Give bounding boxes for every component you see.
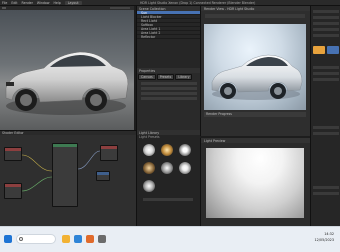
menu-window[interactable]: Window — [37, 1, 50, 5]
light-preset-swatch[interactable] — [161, 144, 173, 156]
editor-type-icon[interactable] — [2, 7, 6, 9]
accent-button[interactable] — [327, 46, 339, 54]
tab-canvas[interactable]: Canvas — [138, 74, 156, 80]
property-slider[interactable] — [141, 97, 197, 100]
light-presets-subheader: Light Presets — [139, 135, 160, 139]
light-preview-canvas[interactable] — [206, 148, 304, 218]
node-header — [53, 144, 77, 147]
menu-file[interactable]: File — [2, 1, 7, 5]
property-row[interactable] — [313, 28, 339, 31]
node-editor[interactable]: Shader Editor — [0, 130, 136, 226]
tab-library[interactable]: Library — [175, 74, 193, 80]
menu-edit[interactable]: Edit — [11, 1, 17, 5]
property-slider[interactable] — [141, 92, 197, 95]
right-properties-strip — [310, 6, 340, 226]
3d-viewport[interactable] — [0, 10, 134, 130]
light-library-panel: Light Library Light Presets — [136, 130, 200, 226]
render-progress-bar: Render Progress — [204, 112, 306, 117]
light-preset-swatch[interactable] — [179, 144, 191, 156]
search-icon — [19, 237, 23, 241]
tab-presets[interactable]: Presets — [156, 74, 175, 80]
outliner-panel: Scene Collection Sun Light Blocker Rect … — [136, 6, 200, 68]
search-input[interactable] — [16, 234, 56, 244]
utility-node[interactable] — [96, 171, 110, 181]
windows-start-icon[interactable] — [4, 235, 12, 243]
windows-taskbar: 14:32 12/05/2023 — [0, 226, 340, 252]
window-title: HDR Light Studio Xenon (Drop 1) Connecte… — [140, 1, 256, 5]
node-header — [5, 184, 21, 187]
property-row[interactable] — [313, 126, 339, 129]
car-render-viewport — [5, 51, 129, 115]
node-header — [5, 148, 21, 151]
preset-scrollbar[interactable] — [143, 198, 193, 201]
property-row[interactable] — [313, 22, 339, 25]
property-row[interactable] — [313, 192, 339, 195]
texture-node[interactable] — [4, 147, 22, 161]
shader-node[interactable] — [52, 143, 78, 207]
blender-icon[interactable] — [86, 235, 94, 243]
property-slider[interactable] — [141, 87, 197, 90]
taskbar-time: 14:32 — [324, 232, 334, 236]
render-view[interactable] — [204, 24, 306, 110]
node-header — [101, 146, 117, 149]
node-header — [97, 172, 109, 175]
settings-icon[interactable] — [98, 235, 106, 243]
car-render-preview — [211, 54, 303, 100]
light-preset-swatch[interactable] — [143, 180, 155, 192]
render-progress-label: Render Progress — [206, 112, 232, 116]
folder-icon[interactable] — [62, 235, 70, 243]
menu: File Edit Render Window Help Layout — [2, 1, 82, 5]
light-preview-title: Light Preview — [201, 138, 310, 143]
light-preset-swatch[interactable] — [161, 162, 173, 174]
outliner-row[interactable]: Reflector — [137, 35, 200, 39]
menu-help[interactable]: Help — [53, 1, 60, 5]
properties-tabs: Canvas Presets Library — [137, 73, 200, 81]
render-toolbar[interactable] — [205, 14, 305, 18]
accent-button[interactable] — [313, 46, 325, 54]
property-row[interactable] — [313, 34, 339, 37]
property-row[interactable] — [313, 132, 339, 135]
property-slider[interactable] — [141, 82, 197, 85]
property-row[interactable] — [313, 66, 339, 69]
output-node[interactable] — [100, 145, 118, 161]
texture-node[interactable] — [4, 183, 22, 199]
light-preset-swatch[interactable] — [143, 144, 155, 156]
light-preset-swatch[interactable] — [179, 162, 191, 174]
property-row[interactable] — [313, 10, 339, 13]
property-row[interactable] — [313, 186, 339, 189]
workspace-tab-layout[interactable]: Layout — [64, 1, 82, 5]
property-row[interactable] — [313, 72, 339, 75]
light-preset-swatch[interactable] — [143, 162, 155, 174]
render-window-title: Render View - HDR Light Studio — [201, 6, 310, 11]
property-row[interactable] — [313, 16, 339, 19]
browser-icon[interactable] — [74, 235, 82, 243]
menu-render[interactable]: Render — [22, 1, 33, 5]
property-row[interactable] — [313, 78, 339, 81]
properties-panel: Properties Canvas Presets Library — [136, 68, 200, 130]
viewport-shading-buttons[interactable] — [110, 7, 130, 9]
taskbar-date: 12/05/2023 — [314, 238, 334, 242]
